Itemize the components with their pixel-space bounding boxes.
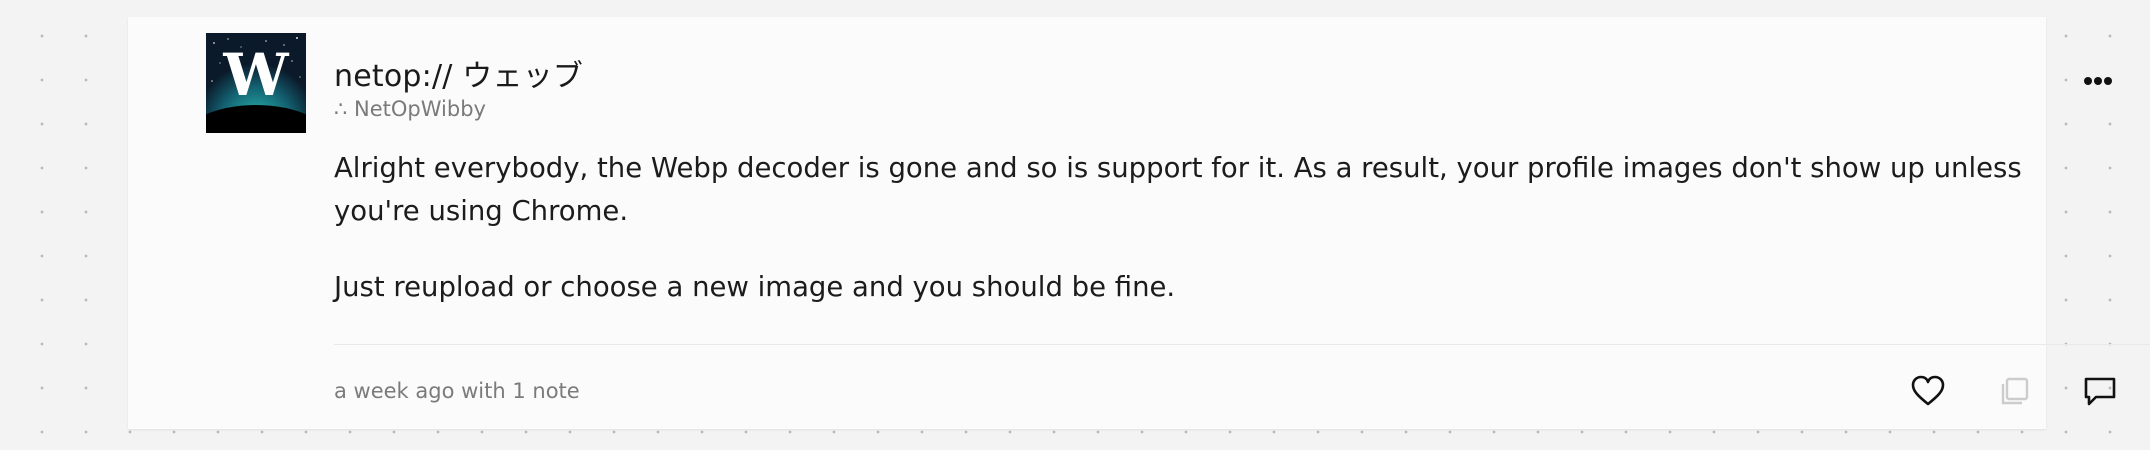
heart-icon (1911, 375, 1945, 406)
like-button[interactable] (1908, 371, 1948, 411)
avatar-image: W (206, 33, 306, 133)
post-meta[interactable]: a week ago with 1 note (334, 379, 580, 403)
more-options-button[interactable] (2076, 67, 2120, 95)
reply-button[interactable] (2080, 371, 2120, 411)
avatar[interactable]: W (206, 33, 306, 133)
reblog-icon (2001, 377, 2029, 405)
author-name[interactable]: netop:// ウェッブ (334, 51, 583, 95)
author-handle[interactable]: ∴ NetOpWibby (334, 97, 486, 121)
post-body: Alright everybody, the Webp decoder is g… (334, 147, 2114, 342)
post-paragraph: Just reupload or choose a new image and … (334, 271, 1176, 303)
comment-icon (2084, 377, 2116, 406)
post-card: W netop:// ウェッブ ∴ NetOpWibby Alright eve… (128, 17, 2150, 429)
post-paragraph: Alright everybody, the Webp decoder is g… (334, 152, 2022, 227)
reblog-button[interactable] (1994, 371, 2034, 411)
more-horizontal-icon (2084, 77, 2112, 85)
avatar-letter: W (222, 41, 289, 109)
divider (334, 344, 2150, 345)
